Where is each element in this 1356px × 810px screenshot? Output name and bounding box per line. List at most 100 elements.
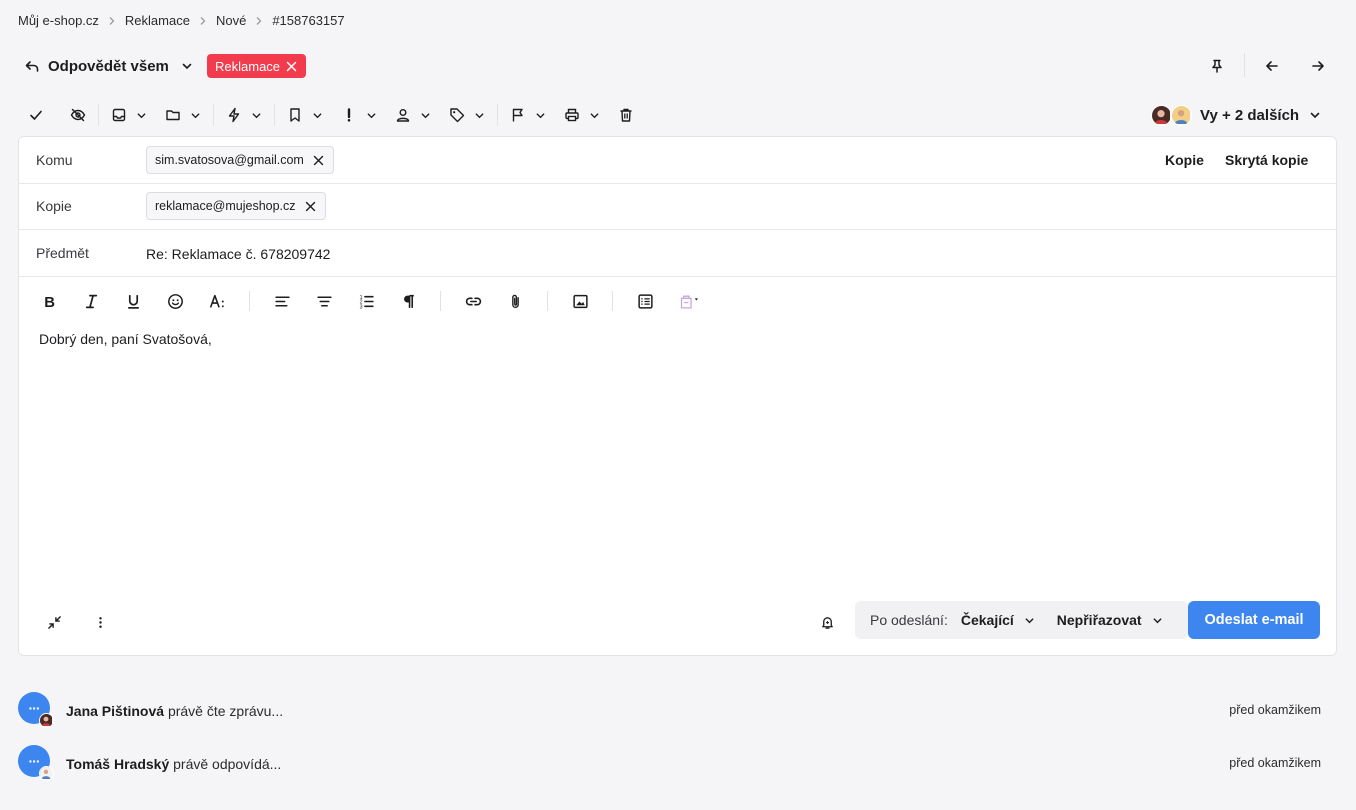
bookmark-menu-button[interactable] (281, 102, 329, 128)
chevron-right-icon (107, 16, 117, 26)
bookmark-icon (290, 108, 300, 122)
link-icon (465, 297, 481, 305)
insert-link-button[interactable] (461, 289, 485, 313)
close-icon[interactable] (286, 61, 297, 72)
divider (98, 104, 99, 126)
recipient-chip[interactable]: sim.svatosova@gmail.com (146, 146, 334, 174)
subject-field[interactable]: Re: Reklamace č. 678209742 (146, 246, 330, 262)
bold-button[interactable]: B (37, 289, 61, 313)
divider (440, 291, 441, 311)
activity-text: Tomáš Hradský právě odpovídá... (66, 756, 281, 772)
paperclip-icon (511, 294, 519, 308)
smiley-icon (167, 293, 183, 309)
chevron-down-icon (475, 112, 484, 118)
breadcrumb: Můj e-shop.cz Reklamace Nové #158763157 (18, 13, 345, 28)
divider (249, 291, 250, 311)
numbered-list-icon: 123 (359, 294, 374, 310)
ai-assistant-button[interactable] (675, 289, 705, 313)
arrow-left-icon[interactable] (1260, 55, 1284, 77)
italic-icon (85, 294, 97, 308)
numbered-list-button[interactable]: 123 (354, 289, 378, 313)
folder-icon (166, 110, 180, 121)
cc-label: Kopie (36, 198, 72, 214)
status-value: Čekající (960, 612, 1014, 628)
hide-button[interactable] (64, 102, 92, 128)
reply-icon (24, 58, 40, 74)
reply-all-button[interactable]: Odpovědět všem (24, 53, 193, 79)
chevron-down-icon (590, 112, 599, 118)
close-icon[interactable] (313, 155, 324, 166)
email-body[interactable]: Dobrý den, paní Svatošová, (39, 331, 212, 347)
recipient-email: sim.svatosova@gmail.com (155, 153, 304, 167)
send-email-button[interactable]: Odeslat e-mail (1188, 601, 1320, 639)
template-button[interactable] (633, 289, 657, 313)
chevron-down-icon (137, 112, 146, 118)
divider (274, 104, 275, 126)
chevron-down-icon (313, 112, 322, 118)
insert-image-button[interactable] (568, 289, 592, 313)
activity-time: před okamžikem (1229, 703, 1321, 717)
image-icon (572, 294, 588, 308)
arrow-right-icon[interactable] (1306, 55, 1330, 77)
after-send-options: Po odeslání: Čekající Nepřiřazovat (855, 601, 1188, 639)
divider (1244, 53, 1245, 77)
inbox-menu-button[interactable] (105, 102, 153, 128)
more-options-icon[interactable] (88, 610, 112, 634)
activity-text: Jana Pištinová právě čte zprávu... (66, 703, 283, 719)
svg-text:3: 3 (359, 304, 362, 310)
chevron-down-icon (367, 112, 376, 118)
attach-file-button[interactable] (503, 289, 527, 313)
italic-button[interactable] (79, 289, 103, 313)
activity-action: právě odpovídá... (173, 756, 282, 772)
collapse-icon[interactable] (42, 610, 66, 634)
pin-icon[interactable] (1205, 55, 1229, 77)
align-left-icon (274, 295, 290, 307)
chevron-right-icon (198, 16, 208, 26)
add-cc-link[interactable]: Kopie (1165, 152, 1204, 168)
assign-select[interactable]: Nepřiřazovat (1057, 612, 1163, 628)
breadcrumb-item-shop[interactable]: Můj e-shop.cz (18, 13, 99, 28)
avatar (1171, 104, 1192, 126)
chevron-down-icon (421, 112, 430, 118)
status-select[interactable]: Čekající (961, 612, 1035, 628)
activity-action: právě čte zprávu... (167, 703, 284, 719)
align-center-button[interactable] (312, 289, 336, 313)
close-icon[interactable] (305, 201, 316, 212)
participants-dropdown[interactable]: Vy + 2 dalších (1151, 103, 1321, 127)
tag-label: Reklamace (215, 58, 281, 74)
print-menu-button[interactable] (558, 102, 606, 128)
activity-item: ··· Jana Pištinová právě čte zprávu... p… (18, 692, 1323, 728)
flag-icon (512, 108, 523, 122)
flag-menu-button[interactable] (504, 102, 552, 128)
automation-menu-button[interactable] (220, 102, 268, 128)
eye-off-icon (70, 108, 86, 122)
label-menu-button[interactable] (443, 102, 491, 128)
cc-recipient-chip[interactable]: reklamace@mujeshop.cz (146, 192, 326, 220)
to-row: Komu sim.svatosova@gmail.com Kopie Skryt… (19, 137, 1336, 184)
participants-label: Vy + 2 dalších (1200, 106, 1300, 124)
after-send-label: Po odeslání: (870, 612, 948, 628)
paragraph-button[interactable] (396, 289, 420, 313)
add-bcc-link[interactable]: Skrytá kopie (1225, 152, 1308, 168)
folder-menu-button[interactable] (159, 102, 207, 128)
assignee-menu-button[interactable] (389, 102, 437, 128)
chevron-down-icon (191, 112, 200, 118)
breadcrumb-item-nove[interactable]: Nové (216, 13, 246, 28)
printer-icon (565, 108, 579, 122)
divider (497, 104, 498, 126)
reminder-bell-icon[interactable] (815, 610, 839, 634)
user-icon (396, 109, 410, 122)
priority-menu-button[interactable] (335, 102, 383, 128)
divider (213, 104, 214, 126)
chevron-down-icon (536, 112, 545, 118)
align-left-button[interactable] (270, 289, 294, 313)
status-tag-reklamace: Reklamace (207, 54, 307, 78)
underline-button[interactable] (121, 289, 145, 313)
emoji-button[interactable] (163, 289, 187, 313)
mark-done-button[interactable] (22, 102, 50, 128)
bold-icon: B (44, 294, 55, 309)
chevron-right-icon (254, 16, 264, 26)
delete-button[interactable] (612, 102, 640, 128)
font-size-button[interactable] (205, 289, 229, 313)
breadcrumb-item-reklamace[interactable]: Reklamace (125, 13, 190, 28)
